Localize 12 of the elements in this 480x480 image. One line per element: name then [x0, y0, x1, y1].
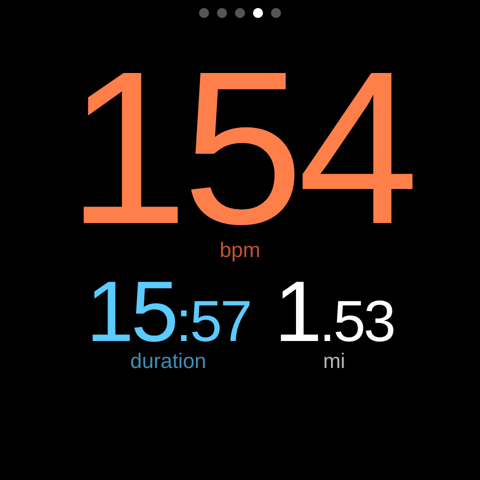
page-indicator-dot[interactable]	[217, 8, 227, 18]
stat-label: duration	[130, 351, 206, 372]
heart-rate-unit: bpm	[220, 240, 260, 261]
stat-value-minor: .53	[319, 293, 394, 351]
stat-value-minor: :57	[176, 293, 250, 351]
page-indicator-dot[interactable]	[235, 8, 245, 18]
page-indicator-dot[interactable]	[253, 8, 263, 18]
page-indicator-dot[interactable]	[271, 8, 281, 18]
page-indicator-dot[interactable]	[199, 8, 209, 18]
stat-label: mi	[323, 351, 346, 372]
heart-rate-value: 154	[67, 40, 413, 240]
stat-value-major: 1	[274, 269, 320, 355]
